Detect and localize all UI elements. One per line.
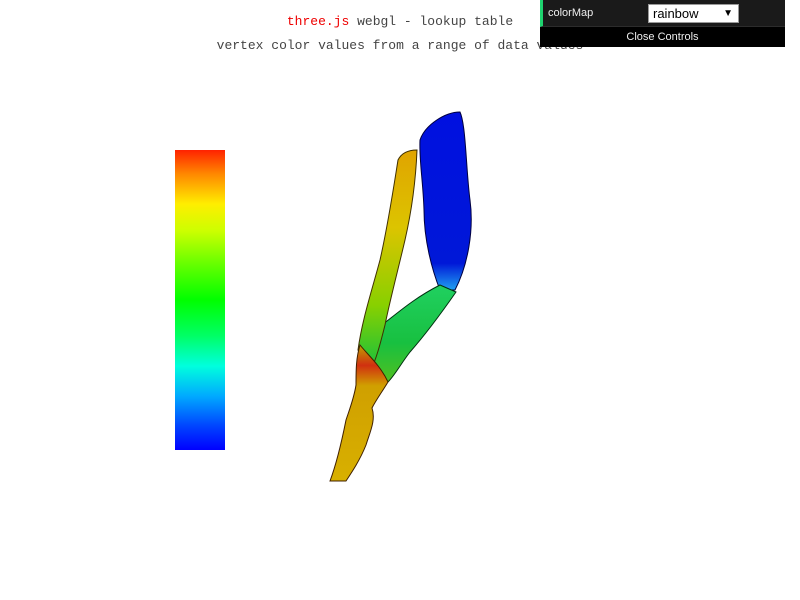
colormap-control-row: colorMap rainbow ▼	[540, 0, 785, 27]
close-controls-button[interactable]: Close Controls	[540, 27, 785, 47]
colormap-select-value: rainbow	[653, 5, 699, 21]
colormap-label: colorMap	[548, 7, 594, 19]
colormap-select[interactable]: rainbow ▼	[648, 3, 739, 23]
colormap-legend	[175, 150, 225, 450]
artery-right-branch	[419, 111, 472, 291]
webgl-viewport[interactable]	[0, 0, 800, 600]
info-title: webgl - lookup table	[349, 14, 514, 29]
chevron-down-icon: ▼	[723, 7, 733, 19]
artery-model	[329, 111, 472, 482]
gui-panel: colorMap rainbow ▼ Close Controls	[540, 0, 785, 47]
threejs-link[interactable]: three.js	[287, 14, 349, 29]
